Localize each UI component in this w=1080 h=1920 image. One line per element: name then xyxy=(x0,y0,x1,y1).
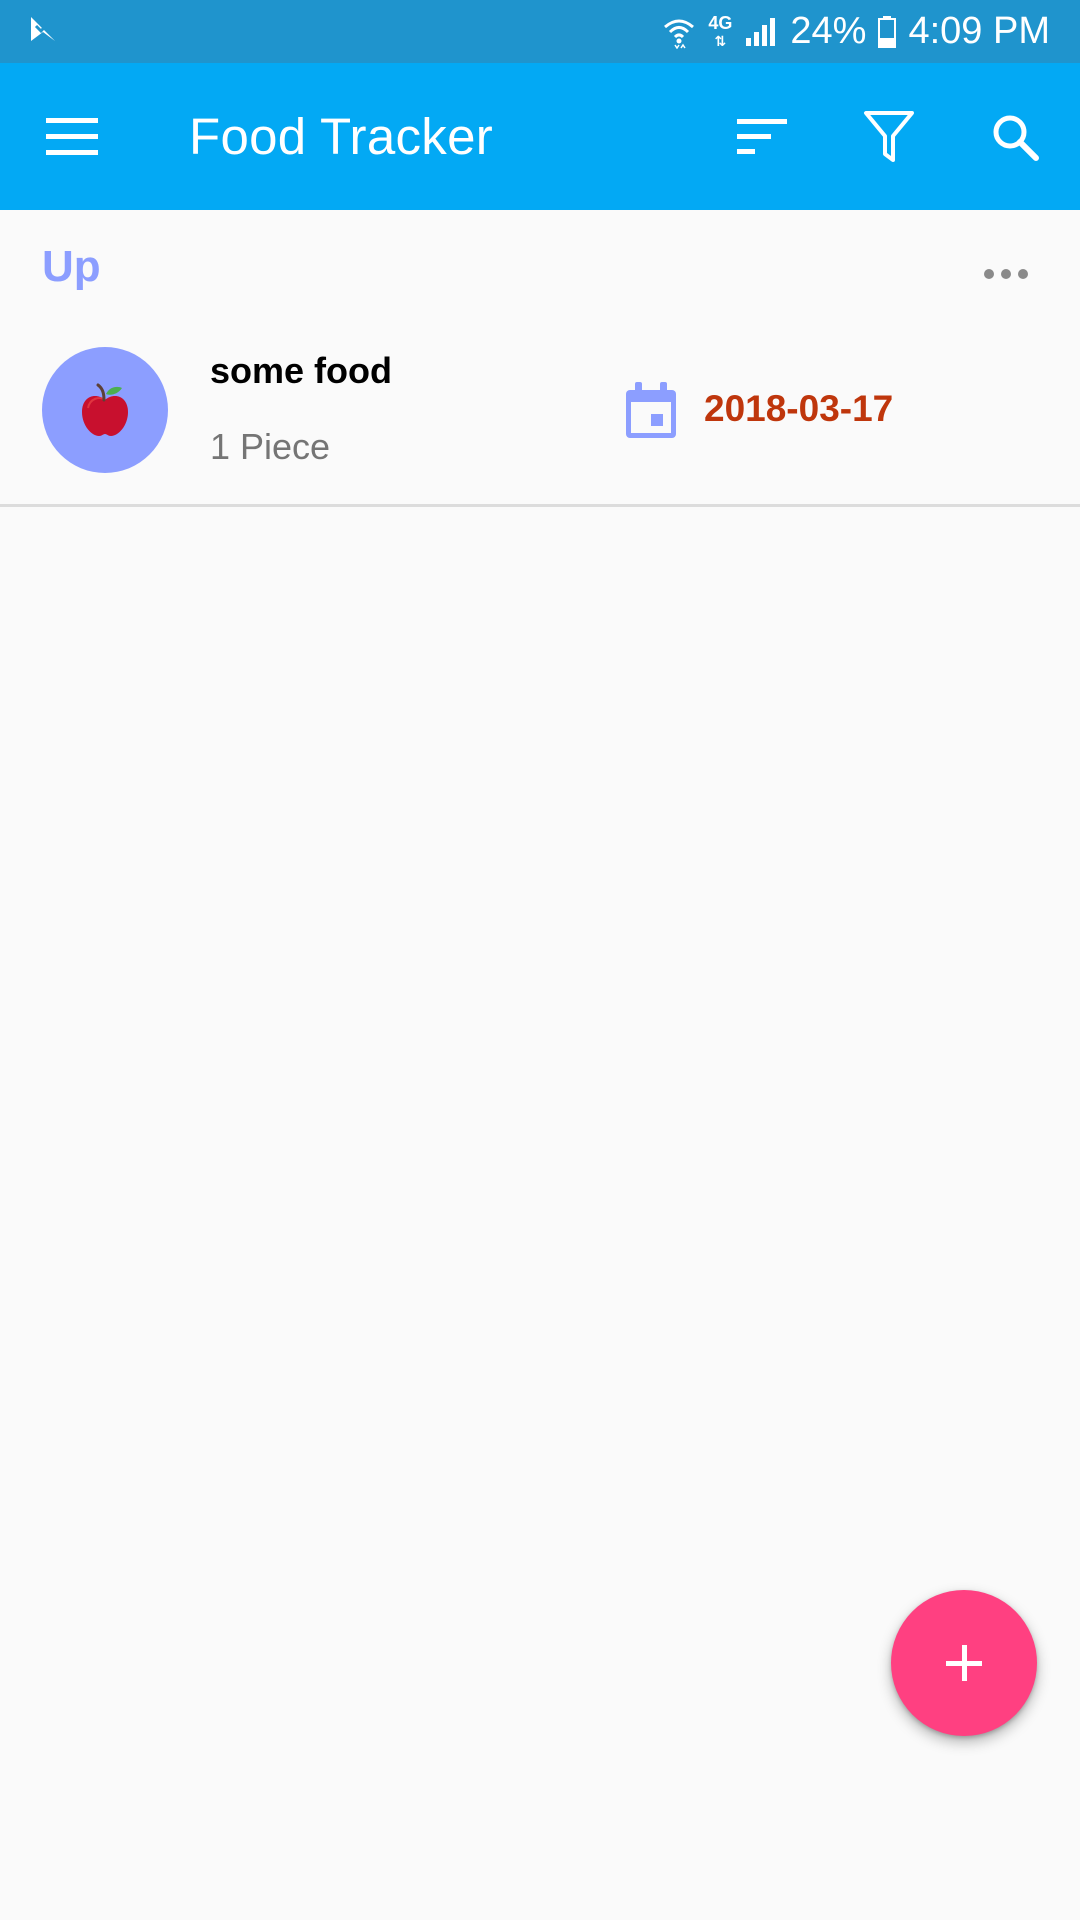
add-food-button[interactable] xyxy=(891,1590,1037,1736)
calendar-icon xyxy=(626,382,676,438)
status-right-group: 4G ⇅ 24% 4:09 PM xyxy=(662,0,1050,63)
food-name: some food xyxy=(210,350,393,391)
clock: 4:09 PM xyxy=(908,10,1050,52)
search-button[interactable] xyxy=(971,93,1059,181)
food-avatar xyxy=(42,347,168,473)
food-quantity: 1 Piece xyxy=(210,426,331,467)
app-bar: Food Tracker xyxy=(0,63,1080,210)
wifi-icon xyxy=(664,19,695,49)
section-more-button[interactable] xyxy=(970,238,1042,310)
more-horizontal-icon xyxy=(984,269,1028,279)
filter-button[interactable] xyxy=(845,93,933,181)
apple-icon xyxy=(82,383,128,436)
app-title: Food Tracker xyxy=(189,108,494,165)
hamburger-menu-icon xyxy=(46,118,98,155)
battery-icon xyxy=(878,15,897,48)
sort-icon xyxy=(737,119,787,154)
section-header: Up xyxy=(0,210,1080,320)
battery-percent: 24% xyxy=(790,10,867,52)
sort-button[interactable] xyxy=(718,93,806,181)
search-icon xyxy=(993,115,1039,161)
plus-icon xyxy=(946,1645,982,1681)
app-notification-icon xyxy=(31,17,55,41)
filter-icon xyxy=(864,111,914,162)
section-title: Up xyxy=(42,242,101,291)
expiry-date: 2018-03-17 xyxy=(704,388,894,429)
network-type-label: 4G ⇅ xyxy=(708,12,733,49)
signal-icon xyxy=(746,17,776,46)
list-item[interactable]: some food 1 Piece 2018-03-17 xyxy=(0,320,1080,507)
status-bar: 4G ⇅ 24% 4:09 PM xyxy=(0,0,1080,63)
menu-button[interactable] xyxy=(28,93,116,181)
